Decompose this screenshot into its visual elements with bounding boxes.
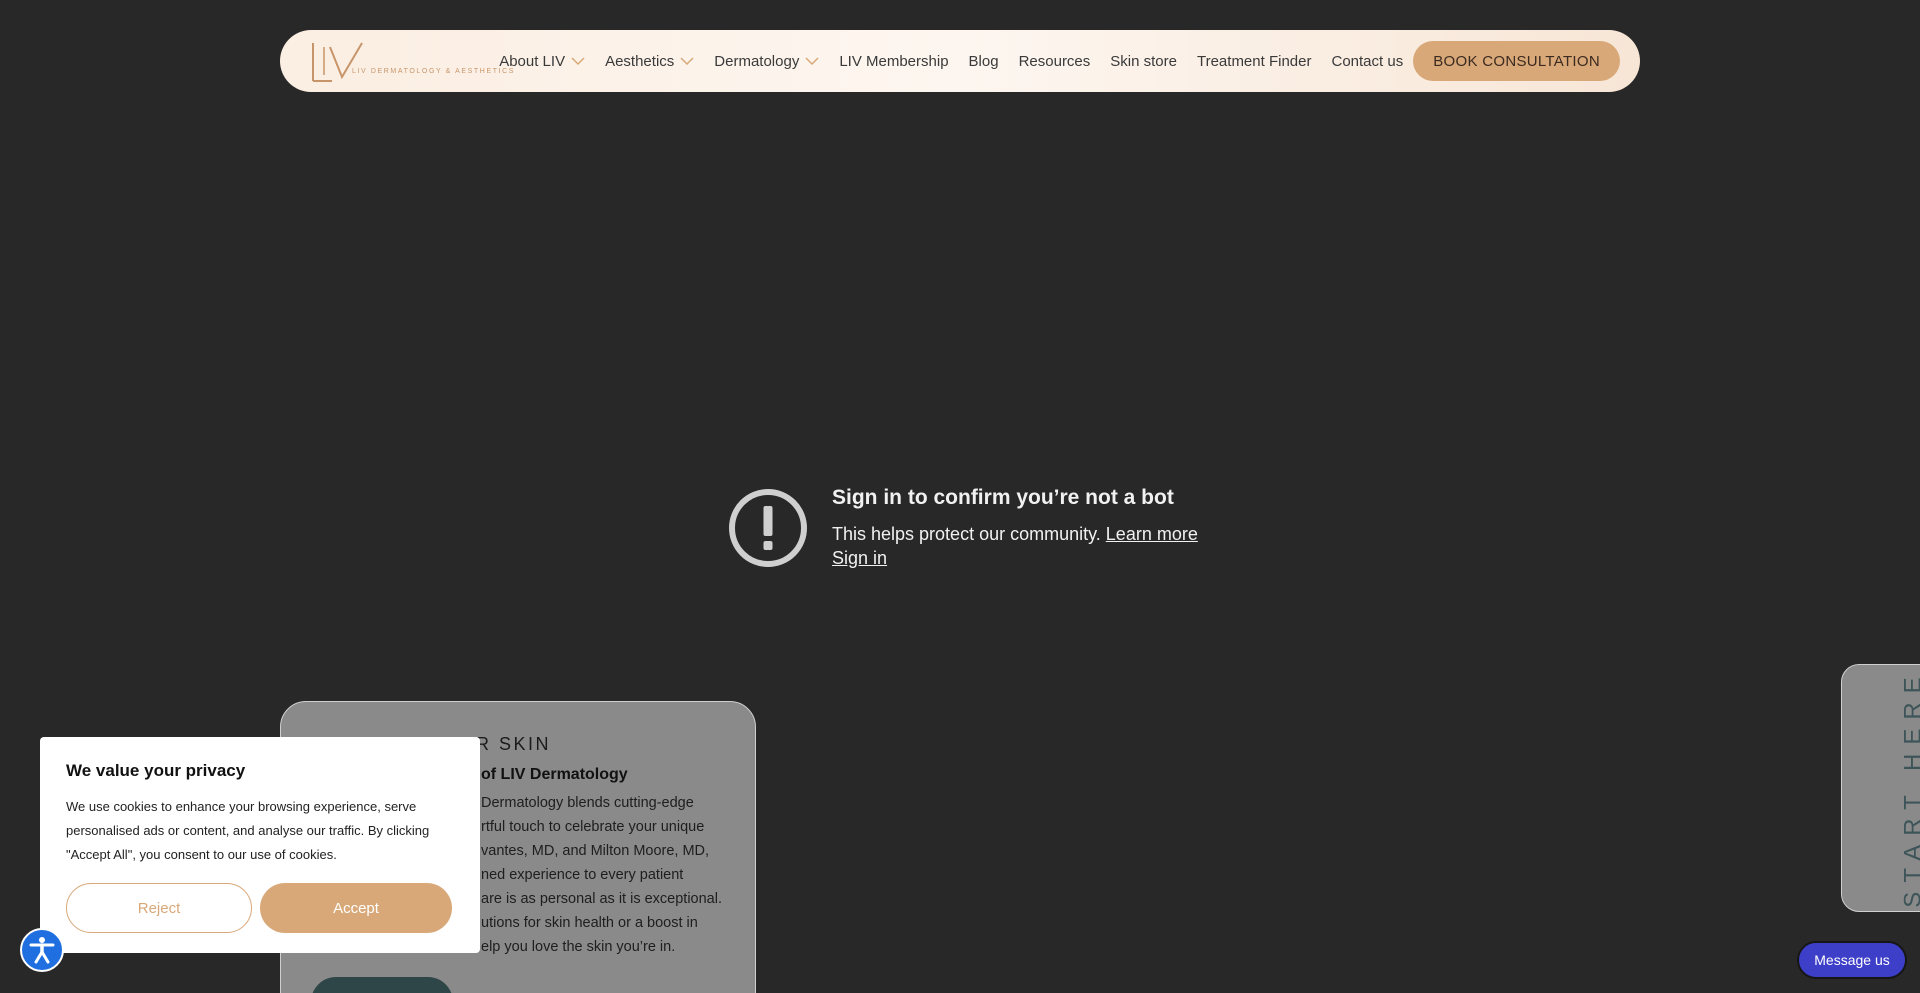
card-body-line: vantes, MD, and Milton Moore, MD, [481, 843, 710, 859]
bot-check-subtitle: This helps protect our community. Learn … [832, 522, 1198, 546]
message-us-button[interactable]: Message us [1797, 941, 1907, 979]
bot-check-text: Sign in to confirm you’re not a bot This… [832, 486, 1198, 570]
chevron-down-icon [680, 57, 694, 66]
book-consultation-button[interactable]: BOOK CONSULTATION [1413, 41, 1620, 81]
nav-item-treatment-finder[interactable]: Treatment Finder [1187, 53, 1322, 70]
nav-item-dermatology[interactable]: Dermatology [704, 53, 829, 70]
liv-logo-mark-icon [312, 42, 363, 82]
nav-menu: About LIV Aesthetics Dermatology LIV Mem… [489, 53, 1413, 70]
nav-item-label: Contact us [1331, 52, 1404, 70]
card-action-button[interactable] [311, 977, 453, 993]
card-body-line: are is as personal as it is exceptional. [481, 891, 722, 907]
nav-item-liv-membership[interactable]: LIV Membership [829, 53, 958, 70]
accept-cookies-button[interactable]: Accept [260, 883, 452, 933]
bot-check-title: Sign in to confirm you’re not a bot [832, 486, 1174, 509]
card-heading: R SKIN [476, 734, 552, 754]
cookie-buttons: Reject Accept [66, 883, 454, 933]
accessibility-person-icon [29, 937, 55, 964]
nav-item-resources[interactable]: Resources [1009, 53, 1101, 70]
card-body-line: ned experience to every patient [481, 867, 684, 883]
nav-item-about-liv[interactable]: About LIV [489, 53, 595, 70]
nav-item-label: Blog [968, 52, 999, 70]
nav-item-label: Resources [1018, 52, 1091, 70]
nav-item-label: About LIV [499, 52, 566, 70]
site-logo[interactable]: LIV DERMATOLOGY & AESTHETICS [310, 39, 513, 83]
card-body-line: Dermatology blends cutting-edge [481, 795, 694, 811]
cookie-title: We value your privacy [66, 761, 246, 780]
cookie-consent-banner: We value your privacy We use cookies to … [40, 737, 480, 953]
nav-item-label: Dermatology [714, 52, 800, 70]
nav-item-label: Skin store [1110, 52, 1177, 70]
card-body-line: elp you love the skin you’re in. [481, 939, 676, 955]
nav-item-aesthetics[interactable]: Aesthetics [595, 53, 704, 70]
nav-item-blog[interactable]: Blog [959, 53, 1009, 70]
main-navigation-bar: LIV DERMATOLOGY & AESTHETICS About LIV A… [280, 30, 1640, 92]
chevron-down-icon [805, 57, 819, 66]
bot-check-message: Sign in to confirm you’re not a bot This… [728, 486, 1198, 570]
nav-item-label: Aesthetics [605, 52, 675, 70]
bot-check-subtitle-text: This helps protect our community. [832, 524, 1101, 544]
nav-item-contact-us[interactable]: Contact us [1321, 53, 1413, 70]
start-here-tab[interactable]: START HERE [1841, 664, 1920, 912]
logo-wordmark: LIV DERMATOLOGY & AESTHETICS [352, 68, 516, 75]
card-body: Dermatology blends cutting-edge rtful to… [481, 791, 741, 959]
nav-item-label: Treatment Finder [1196, 52, 1312, 70]
chevron-down-icon [571, 57, 585, 66]
card-body-line: rtful touch to celebrate your unique [481, 819, 705, 835]
card-body-line: utions for skin health or a boost in [481, 915, 698, 931]
start-here-label: START HERE [1899, 668, 1920, 908]
reject-cookies-button[interactable]: Reject [66, 883, 252, 933]
accessibility-button[interactable] [20, 928, 64, 972]
cookie-description: We use cookies to enhance your browsing … [66, 799, 430, 862]
learn-more-link[interactable]: Learn more [1106, 524, 1198, 544]
card-subheading: of LIV Dermatology [481, 766, 628, 783]
nav-item-label: LIV Membership [839, 52, 949, 70]
sign-in-link[interactable]: Sign in [832, 548, 887, 568]
nav-item-skin-store[interactable]: Skin store [1100, 53, 1187, 70]
exclamation-circle-icon [729, 489, 807, 567]
